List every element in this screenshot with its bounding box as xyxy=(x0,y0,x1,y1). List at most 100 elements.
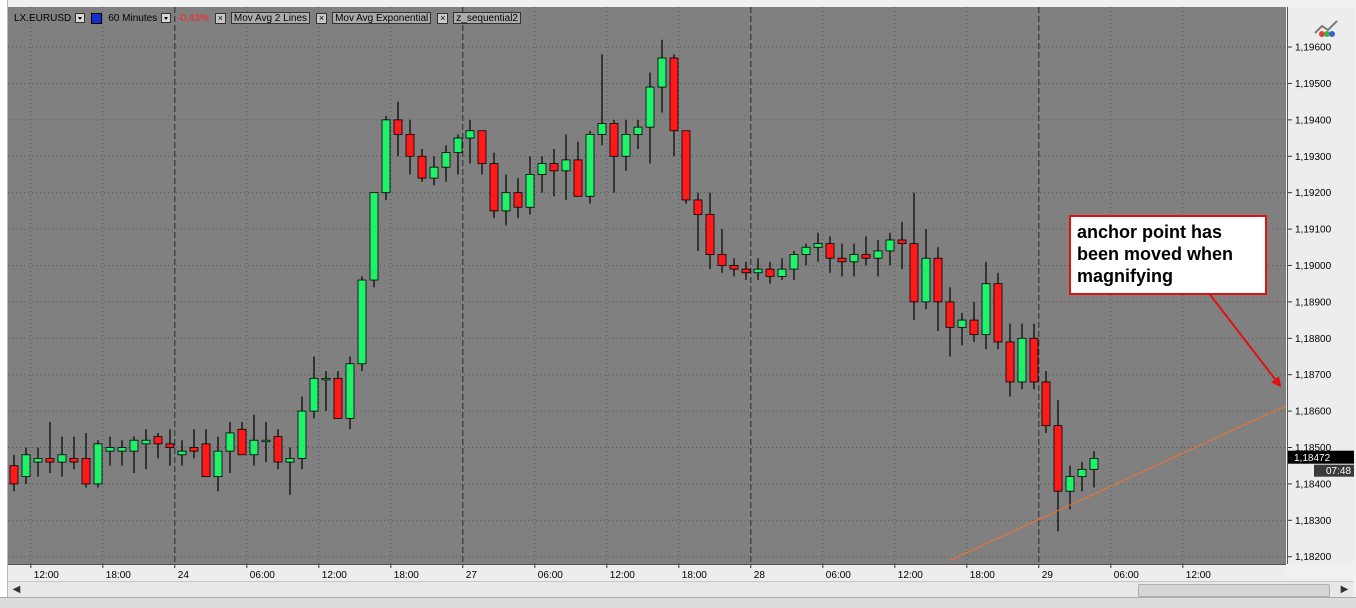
candle-up xyxy=(309,377,319,412)
horizontal-scrollbar[interactable]: ◀ ▶ xyxy=(8,581,1353,597)
time-tick-label: 12:00 xyxy=(898,570,923,581)
candle-up xyxy=(537,163,547,175)
time-tick-label: 28 xyxy=(754,570,766,581)
time-tick-label: 27 xyxy=(466,570,478,581)
candle-up xyxy=(117,447,127,452)
close-indicator-2-icon[interactable]: × xyxy=(316,12,328,24)
price-tick-label: 1,18200 xyxy=(1295,552,1332,563)
price-tick-label: 1,19100 xyxy=(1295,225,1332,236)
time-axis-svg: 12:00 18:00 24 06:00 12:00 18:00 27 06:00 12:00 1… xyxy=(30,565,1211,581)
candle-up xyxy=(657,57,667,88)
candle-down xyxy=(693,199,703,215)
candle-down xyxy=(993,283,1003,343)
candle-down xyxy=(681,130,691,201)
candle-up xyxy=(345,363,355,419)
candle-up xyxy=(285,458,295,463)
candle-up xyxy=(261,439,271,443)
time-tick-label: 18:00 xyxy=(106,570,131,581)
candle-down xyxy=(477,130,487,164)
candle-up xyxy=(453,137,463,154)
annotation-line-1: anchor point has xyxy=(1077,222,1223,242)
candle-down xyxy=(549,163,559,172)
indicator-3-label[interactable]: z_sequential2 xyxy=(453,12,521,24)
scroll-left-icon[interactable]: ◀ xyxy=(10,583,23,596)
time-tick-label: 24 xyxy=(178,570,190,581)
candle-down xyxy=(189,447,199,452)
candle-down xyxy=(201,443,211,478)
candle-up xyxy=(1089,458,1099,470)
interval-dropdown-icon[interactable] xyxy=(161,13,172,23)
candle-up xyxy=(633,126,643,135)
candle-down xyxy=(417,155,427,179)
candle-down xyxy=(729,265,739,270)
candle-up xyxy=(777,268,787,277)
trendline xyxy=(949,405,1286,561)
price-tick-label: 1,19600 xyxy=(1295,43,1332,54)
indicator-2-label[interactable]: Mov Avg Exponential xyxy=(332,12,432,24)
candle-down xyxy=(969,319,979,336)
candle-down xyxy=(1029,337,1039,383)
candle-up xyxy=(93,443,103,485)
candle-down xyxy=(81,458,91,485)
candle-down xyxy=(165,443,175,448)
candle-down xyxy=(669,57,679,132)
candle-up xyxy=(429,166,439,179)
candle-down xyxy=(609,123,619,157)
close-indicator-1-icon[interactable]: × xyxy=(214,12,226,24)
candle-down xyxy=(69,458,79,463)
price-tick-label: 1,19500 xyxy=(1295,79,1332,90)
candle-up xyxy=(873,250,883,259)
candle-up xyxy=(297,410,307,459)
candle-down xyxy=(825,243,835,259)
color-swatch-icon[interactable] xyxy=(91,12,103,24)
indicator-1-label[interactable]: Mov Avg 2 Lines xyxy=(230,12,311,24)
interval-label[interactable]: 60 Minutes xyxy=(108,13,157,24)
price-axis[interactable]: 1,19600 1,19500 1,19400 1,19300 1,19200 1,191… xyxy=(1287,7,1354,564)
scroll-right-icon[interactable]: ▶ xyxy=(1338,583,1351,596)
time-tick-label: 12:00 xyxy=(610,570,635,581)
candle-up xyxy=(369,192,379,281)
candle-up xyxy=(249,439,259,456)
time-tick-label: 12:00 xyxy=(34,570,59,581)
candle-up xyxy=(753,268,763,274)
price-tick-label: 1,18900 xyxy=(1295,297,1332,308)
candle-down xyxy=(333,377,343,419)
candle-down xyxy=(765,268,775,277)
symbol-label[interactable]: LX.EURUSD xyxy=(14,13,71,24)
candle-up xyxy=(1077,468,1087,478)
candle-up xyxy=(213,450,223,478)
candle-up xyxy=(1017,337,1027,383)
candle-down xyxy=(705,214,715,255)
candle-up xyxy=(321,377,331,381)
candle-down xyxy=(933,257,943,303)
price-tick-label: 1,18800 xyxy=(1295,334,1332,345)
candle-down xyxy=(405,134,415,157)
candle-up xyxy=(813,243,823,248)
scrollbar-thumb[interactable] xyxy=(1138,584,1330,597)
candle-up xyxy=(357,279,367,365)
candle-down xyxy=(909,243,919,303)
candle-down xyxy=(741,268,751,274)
candle-up xyxy=(957,319,967,328)
time-tick-label: 18:00 xyxy=(394,570,419,581)
time-tick-label: 06:00 xyxy=(250,570,275,581)
candle-up xyxy=(225,432,235,452)
time-axis[interactable]: 12:00 18:00 24 06:00 12:00 18:00 27 06:00 12:00 1… xyxy=(8,564,1286,582)
time-tick-label: 06:00 xyxy=(538,570,563,581)
candle-up xyxy=(441,152,451,168)
candle-up xyxy=(105,447,115,452)
price-tick-label: 1,18300 xyxy=(1295,516,1332,527)
last-time-label: 07:48 xyxy=(1326,466,1351,477)
candle-up xyxy=(33,458,43,463)
candle-down xyxy=(237,428,247,456)
last-price-label: 1,18472 xyxy=(1294,453,1331,464)
chart-plot-area[interactable]: anchor point has been moved when magnify… xyxy=(8,7,1286,564)
window-left-edge xyxy=(0,0,8,607)
time-tick-label: 18:00 xyxy=(970,570,995,581)
candle-up xyxy=(141,439,151,445)
candle-down xyxy=(861,254,871,259)
close-indicator-3-icon[interactable]: × xyxy=(437,12,449,24)
candle-up xyxy=(1065,476,1075,492)
symbol-dropdown-icon[interactable] xyxy=(75,13,86,23)
candle-down xyxy=(717,254,727,266)
